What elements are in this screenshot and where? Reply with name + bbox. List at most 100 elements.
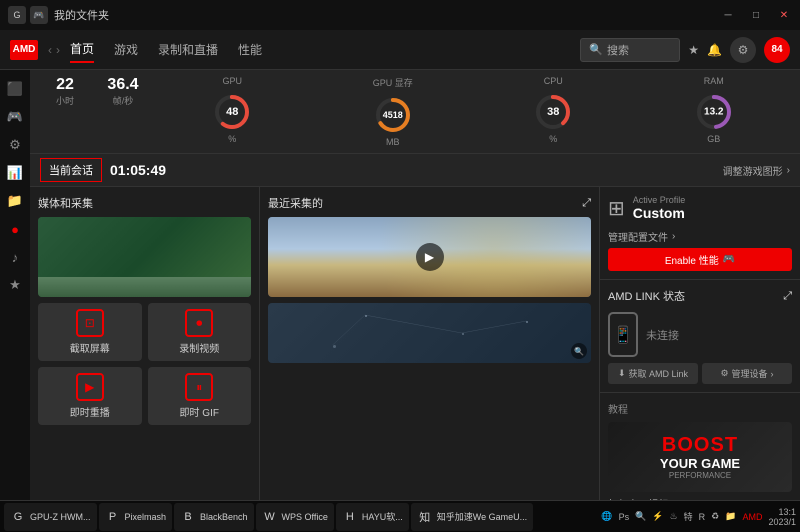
sidebar-icon-chart[interactable]: 📊 bbox=[4, 162, 26, 184]
media-thumbnail[interactable]: ▶ bbox=[38, 217, 251, 297]
close-button[interactable]: ✕ bbox=[776, 7, 792, 23]
taskbar-pixelmash[interactable]: P Pixelmash bbox=[99, 503, 173, 531]
arrow-right: › bbox=[771, 369, 774, 379]
performance-text: PERFORMANCE bbox=[660, 471, 740, 480]
minimize-button[interactable]: ─ bbox=[720, 7, 736, 23]
tutorial-title: 教程 bbox=[608, 401, 792, 416]
link-expand-icon[interactable]: ⤢ bbox=[783, 290, 792, 303]
taskbar-icon-ie[interactable]: 🌐 bbox=[601, 511, 612, 522]
app-container: AMD ‹ › 首页 游戏 录制和直播 性能 🔍 搜索 ★ 🔔 ⚙ 84 bbox=[0, 30, 800, 500]
profile-info: Active Profile Custom bbox=[633, 195, 792, 221]
tab-record[interactable]: 录制和直播 bbox=[158, 37, 218, 62]
sidebar-icon-folder[interactable]: 📁 bbox=[4, 190, 26, 212]
nav-search-area: 🔍 搜索 ★ 🔔 ⚙ 84 bbox=[580, 37, 790, 63]
forward-arrow[interactable]: › bbox=[56, 43, 60, 57]
taskbar-icon-special[interactable]: 特 bbox=[684, 510, 693, 523]
media-section: 媒体和采集 ▶ ⊡ 截取屏幕 ⏺ bbox=[30, 187, 800, 500]
gif-icon: ⏸ bbox=[185, 373, 213, 401]
taskbar-icon-rust[interactable]: R bbox=[699, 512, 706, 522]
zoom-icon[interactable]: 🔍 bbox=[571, 343, 587, 359]
record-video-button[interactable]: ⏺ 录制视频 bbox=[148, 303, 252, 361]
tab-performance[interactable]: 性能 bbox=[238, 37, 262, 62]
taskbar-icon-recycle[interactable]: ♻ bbox=[711, 511, 719, 522]
title-bar-left: G 🎮 我的文件夹 bbox=[8, 6, 109, 24]
enable-performance-button[interactable]: Enable 性能 🎮 bbox=[608, 248, 792, 271]
instant-gif-button[interactable]: ⏸ 即时 GIF bbox=[148, 367, 252, 425]
session-row: 当前会话 01:05:49 调整游戏图形 › bbox=[30, 154, 800, 187]
taskbar-wps[interactable]: W WPS Office bbox=[256, 503, 334, 531]
nav-icons: ★ 🔔 ⚙ 84 bbox=[688, 37, 790, 63]
tab-home[interactable]: 首页 bbox=[70, 36, 94, 63]
link-buttons: ⬇ 获取 AMD Link ⚙ 管理设备 › bbox=[608, 363, 792, 384]
taskbar-wegame[interactable]: 知 知乎加速We GameU... bbox=[411, 503, 533, 531]
back-arrow[interactable]: ‹ bbox=[48, 43, 52, 57]
nav-tabs: 首页 游戏 录制和直播 性能 bbox=[70, 36, 262, 63]
cpu-label: CPU bbox=[544, 76, 563, 86]
ram-gauge: 13.2 bbox=[694, 92, 734, 132]
settings-button[interactable]: ⚙ bbox=[730, 37, 756, 63]
manage-devices-button[interactable]: ⚙ 管理设备 › bbox=[702, 363, 792, 384]
maximize-button[interactable]: □ bbox=[748, 7, 764, 23]
recent-thumbnail[interactable]: ▶ bbox=[268, 217, 591, 297]
recent-title: 最近采集的 ⤢ bbox=[268, 195, 591, 211]
taskbar-right: 🌐 Ps 🔍 ⚡ ♨ 特 R ♻ 📁 AMD 13:1 2023/1 bbox=[601, 507, 796, 527]
sidebar-icon-settings[interactable]: ⚙ bbox=[4, 134, 26, 156]
right-panel: ⊞ Active Profile Custom 管理配置文件 › Enable … bbox=[600, 187, 800, 500]
stat-fps-unit: 帧/秒 bbox=[113, 94, 134, 107]
metric-gpu: GPU 48 % bbox=[156, 76, 309, 147]
taskbar-icon-thunder[interactable]: ⚡ bbox=[652, 511, 663, 522]
stats-row: 22 小时 36.4 帧/秒 GPU 48 bbox=[30, 70, 800, 154]
expand-icon[interactable]: ⤢ bbox=[582, 197, 591, 210]
sidebar-icon-game[interactable]: 🎮 bbox=[4, 106, 26, 128]
arrow-right-icon: › bbox=[787, 165, 790, 176]
gpu-gauge: 48 bbox=[212, 92, 252, 132]
particles bbox=[268, 303, 591, 363]
adjust-graphics-button[interactable]: 调整游戏图形 › bbox=[723, 163, 790, 178]
manage-label: 管理配置文件 bbox=[608, 229, 668, 244]
taskbar: G GPU-Z HWM... P Pixelmash B BlackBench … bbox=[0, 500, 800, 532]
sidebar-icon-home[interactable]: ⬛ bbox=[4, 78, 26, 100]
taskbar-icon-steam[interactable]: ♨ bbox=[670, 511, 678, 522]
taskbar-blackbench[interactable]: B BlackBench bbox=[174, 503, 254, 531]
taskbar-gpuz[interactable]: G GPU-Z HWM... bbox=[4, 503, 97, 531]
phone-area: 📱 未连接 bbox=[608, 312, 792, 357]
profile-subtitle: Active Profile bbox=[633, 195, 792, 205]
stat-hours-unit: 小时 bbox=[56, 94, 74, 107]
profile-icon: ⊞ bbox=[608, 196, 625, 221]
gpuz-icon: G bbox=[10, 509, 26, 525]
taskbar-icon-winexp[interactable]: 📁 bbox=[725, 511, 736, 522]
particle-area: 🔍 bbox=[268, 303, 591, 363]
title-bar-controls: ─ □ ✕ bbox=[720, 7, 792, 23]
taskbar-icon-search[interactable]: 🔍 bbox=[635, 511, 646, 522]
sidebar-icon-music[interactable]: ♪ bbox=[4, 246, 26, 268]
performance-badge: 84 bbox=[764, 37, 790, 63]
instant-replay-button[interactable]: ▶ 即时重播 bbox=[38, 367, 142, 425]
bell-icon[interactable]: 🔔 bbox=[707, 43, 722, 57]
tutorial-desc[interactable]: 如何启用超频 bbox=[608, 496, 792, 500]
recent-play-button[interactable]: ▶ bbox=[416, 243, 444, 271]
screenshot-button[interactable]: ⊡ 截取屏幕 bbox=[38, 303, 142, 361]
search-box[interactable]: 🔍 搜索 bbox=[580, 38, 680, 62]
bookmark-icon[interactable]: ★ bbox=[688, 43, 699, 57]
top-nav: AMD ‹ › 首页 游戏 录制和直播 性能 🔍 搜索 ★ 🔔 ⚙ 84 bbox=[0, 30, 800, 70]
hayu-icon: H bbox=[342, 509, 358, 525]
tutorial-banner[interactable]: BOOST YOUR GAME PERFORMANCE bbox=[608, 422, 792, 492]
metric-cpu: CPU 38 % bbox=[477, 76, 630, 147]
stat-fps-value: 36.4 bbox=[107, 76, 138, 94]
tab-games[interactable]: 游戏 bbox=[114, 37, 138, 62]
sidebar-icon-red[interactable]: ● bbox=[4, 218, 26, 240]
manage-profile-row[interactable]: 管理配置文件 › bbox=[608, 229, 792, 244]
media-left: 媒体和采集 ▶ ⊡ 截取屏幕 ⏺ bbox=[30, 187, 260, 500]
get-link-button[interactable]: ⬇ 获取 AMD Link bbox=[608, 363, 698, 384]
vram-gauge: 4518 bbox=[373, 95, 413, 135]
replay-icon: ▶ bbox=[76, 373, 104, 401]
title-bar: G 🎮 我的文件夹 ─ □ ✕ bbox=[0, 0, 800, 30]
particle-lines bbox=[268, 303, 591, 363]
sidebar-icon-star[interactable]: ★ bbox=[4, 274, 26, 296]
vram-label: GPU 显存 bbox=[373, 76, 413, 89]
record-label: 录制视频 bbox=[179, 340, 219, 355]
taskbar-hayu[interactable]: H HAYU软... bbox=[336, 503, 409, 531]
phone-icon: 📱 bbox=[608, 312, 638, 357]
taskbar-icon-ps[interactable]: Ps bbox=[619, 512, 630, 522]
taskbar-icon-amd[interactable]: AMD bbox=[742, 512, 762, 522]
